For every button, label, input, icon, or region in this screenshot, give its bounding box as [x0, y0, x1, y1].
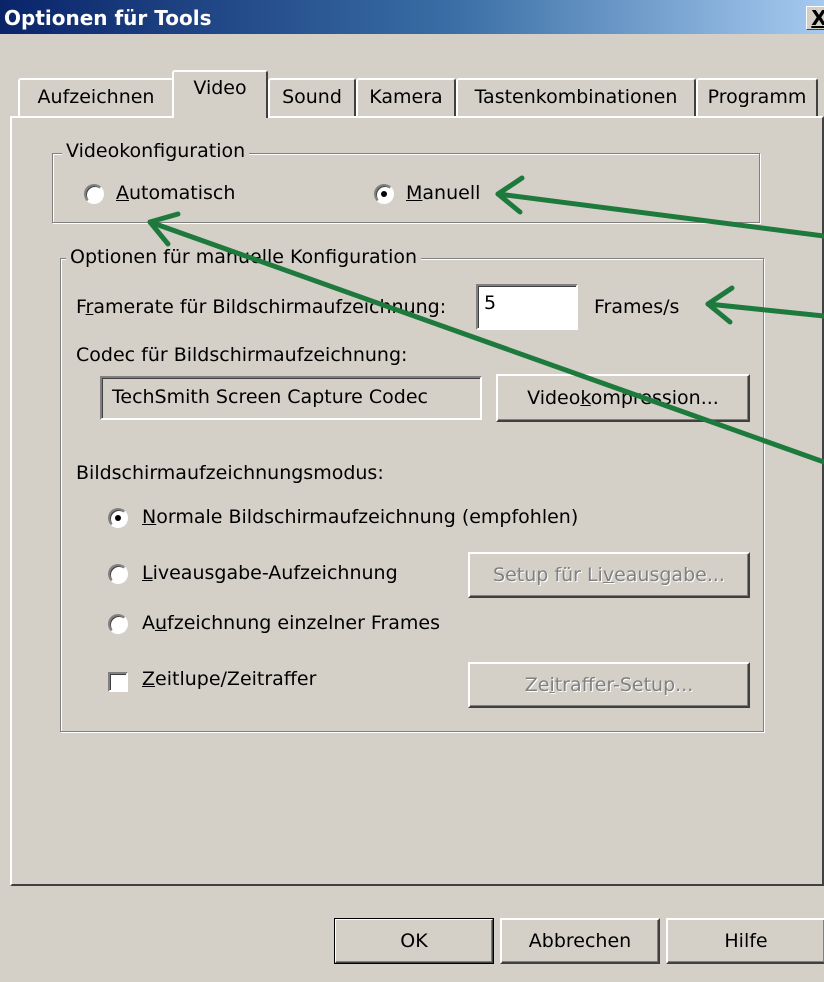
videokonfiguration-legend: Videokonfiguration	[62, 140, 250, 162]
codec-label: Codec für Bildschirmaufzeichnung:	[76, 344, 408, 366]
zeitlupe-label[interactable]: Zeitlupe/Zeitraffer	[142, 668, 316, 690]
tab-label: Aufzeichnen	[37, 86, 155, 108]
framerate-value: 5	[484, 292, 497, 314]
window-title: Optionen für Tools	[4, 6, 212, 30]
tab-aufzeichnen[interactable]: Aufzeichnen	[18, 78, 174, 116]
tab-sound[interactable]: Sound	[268, 78, 356, 116]
automatisch-radio[interactable]	[84, 184, 104, 204]
tab-label: Sound	[282, 86, 342, 108]
single-frame-radio[interactable]	[108, 614, 128, 634]
codec-value: TechSmith Screen Capture Codec	[112, 386, 428, 408]
single-frame-label[interactable]: Aufzeichnung einzelner Frames	[142, 612, 440, 634]
manuell-radio[interactable]	[374, 184, 394, 204]
tab-programm[interactable]: Programm	[696, 78, 818, 116]
framerate-label: Framerate für Bildschirmaufzeichnung:	[76, 296, 447, 318]
tab-kamera[interactable]: Kamera	[356, 78, 456, 116]
live-mode-radio[interactable]	[108, 564, 128, 584]
live-setup-button: Setup für Liveausgabe...	[468, 552, 750, 598]
normal-mode-radio[interactable]	[108, 508, 128, 528]
manual-config-group	[60, 258, 764, 732]
normal-mode-label[interactable]: Normale Bildschirmaufzeichnung (empfohle…	[142, 506, 578, 528]
tab-tastenkombinationen[interactable]: Tastenkombinationen	[456, 78, 696, 116]
close-button[interactable]: X	[806, 6, 824, 30]
codec-field: TechSmith Screen Capture Codec	[100, 376, 482, 420]
mode-label: Bildschirmaufzeichnungsmodus:	[76, 462, 384, 484]
tab-label: Programm	[707, 86, 807, 108]
tab-label: Kamera	[369, 86, 443, 108]
framerate-input[interactable]: 5	[476, 284, 578, 330]
tab-label: Video	[193, 77, 247, 99]
videokompression-button[interactable]: Videokompression...	[496, 374, 750, 422]
live-mode-label[interactable]: Liveausgabe-Aufzeichnung	[142, 562, 398, 584]
framerate-unit: Frames/s	[594, 296, 680, 318]
tab-label: Tastenkombinationen	[474, 86, 678, 108]
zeitlupe-checkbox[interactable]	[108, 672, 128, 692]
manual-config-legend: Optionen für manuelle Konfiguration	[66, 246, 422, 268]
help-button[interactable]: Hilfe	[666, 918, 824, 964]
ok-button[interactable]: OK	[334, 918, 494, 964]
automatisch-label[interactable]: Automatisch	[116, 182, 235, 204]
zeitraffer-setup-button: Zeitraffer-Setup...	[468, 662, 750, 708]
cancel-button[interactable]: Abbrechen	[500, 918, 660, 964]
manuell-label[interactable]: Manuell	[406, 182, 480, 204]
tab-video[interactable]: Video	[172, 70, 268, 118]
